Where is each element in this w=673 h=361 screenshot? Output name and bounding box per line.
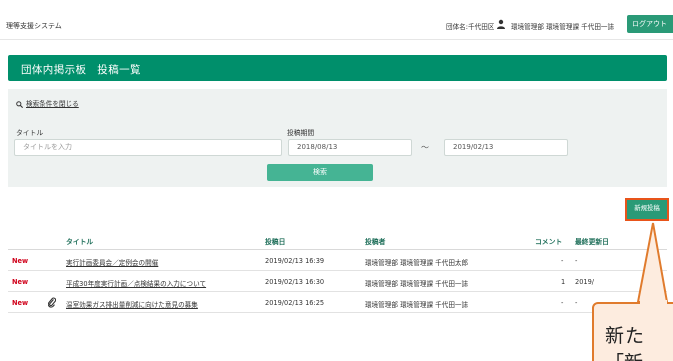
column-header-title[interactable]: タイトル	[66, 236, 93, 246]
posted-date: 2019/02/13 16:30	[265, 278, 325, 286]
column-header-posted[interactable]: 投稿日	[265, 236, 285, 246]
logout-button[interactable]: ログアウト	[627, 15, 673, 33]
new-badge: New	[12, 278, 29, 286]
user-icon	[497, 19, 505, 29]
post-title-link[interactable]: 温室効果ガス排出量削減に向けた意見の募集	[66, 299, 198, 309]
posts-table: タイトル 投稿日 投稿者 コメント 最終更新日 New 実行計画委員会／定例会の…	[8, 230, 667, 313]
search-panel: 検索条件を閉じる タイトル 投稿期間 タイトルを入力 2018/08/13 〜 …	[8, 89, 667, 187]
column-header-comments[interactable]: コメント	[535, 236, 562, 246]
page-title: 団体内掲示板 投稿一覧	[21, 64, 141, 76]
new-badge: New	[12, 257, 29, 265]
callout-text-line2: 「新	[605, 348, 643, 361]
posted-date: 2019/02/13 16:39	[265, 257, 325, 265]
page-header: 団体内掲示板 投稿一覧	[8, 55, 667, 81]
date-to-input[interactable]: 2019/02/13	[444, 139, 568, 156]
poster-name: 環境管理部 環境管理課 千代田一誌	[365, 301, 469, 309]
top-bar: 理等支援システム 団体名:千代田区 環境管理部 環境管理課 千代田一誌 ログアウ…	[0, 0, 673, 40]
comment-count: -	[561, 257, 564, 265]
toggle-search-conditions-link[interactable]: 検索条件を閉じる	[16, 98, 79, 108]
comment-count: 1	[561, 278, 566, 286]
app-title: 理等支援システム	[6, 22, 62, 30]
last-updated: -	[575, 257, 578, 265]
posted-date: 2019/02/13 16:25	[265, 299, 325, 307]
poster-name: 環境管理部 環境管理課 千代田一誌	[365, 280, 469, 288]
table-row: New 温室効果ガス排出量削減に向けた意見の募集 2019/02/13 16:2…	[8, 292, 667, 313]
organization-name: 団体名:千代田区	[446, 23, 495, 31]
search-button[interactable]: 検索	[267, 164, 373, 181]
comment-count: -	[561, 299, 564, 307]
title-label: タイトル	[16, 129, 44, 137]
last-updated: 2019/	[575, 278, 595, 286]
date-from-input[interactable]: 2018/08/13	[288, 139, 412, 156]
callout-text-line1: 新た	[605, 325, 646, 347]
post-title-link[interactable]: 平成30年度実行計画／点検結果の入力について	[66, 278, 206, 288]
title-input[interactable]: タイトルを入力	[14, 139, 282, 156]
last-updated: -	[575, 299, 578, 307]
column-header-poster[interactable]: 投稿者	[365, 236, 385, 246]
post-title-link[interactable]: 実行計画委員会／定例会の開催	[66, 257, 158, 267]
poster-name: 環境管理部 環境管理課 千代田太郎	[365, 259, 469, 267]
toggle-search-label: 検索条件を閉じる	[26, 100, 79, 108]
table-row: New 実行計画委員会／定例会の開催 2019/02/13 16:39 環境管理…	[8, 250, 667, 271]
new-post-button[interactable]: 新規投稿	[625, 198, 669, 221]
search-icon	[16, 100, 23, 108]
table-row: New 平成30年度実行計画／点検結果の入力について 2019/02/13 16…	[8, 271, 667, 292]
user-name: 環境管理部 環境管理課 千代田一誌	[511, 23, 615, 31]
paperclip-icon	[48, 297, 56, 308]
period-label: 投稿期間	[287, 129, 315, 137]
column-header-updated[interactable]: 最終更新日	[575, 236, 609, 246]
table-header: タイトル 投稿日 投稿者 コメント 最終更新日	[8, 230, 667, 250]
new-badge: New	[12, 299, 29, 307]
range-separator: 〜	[421, 143, 429, 152]
